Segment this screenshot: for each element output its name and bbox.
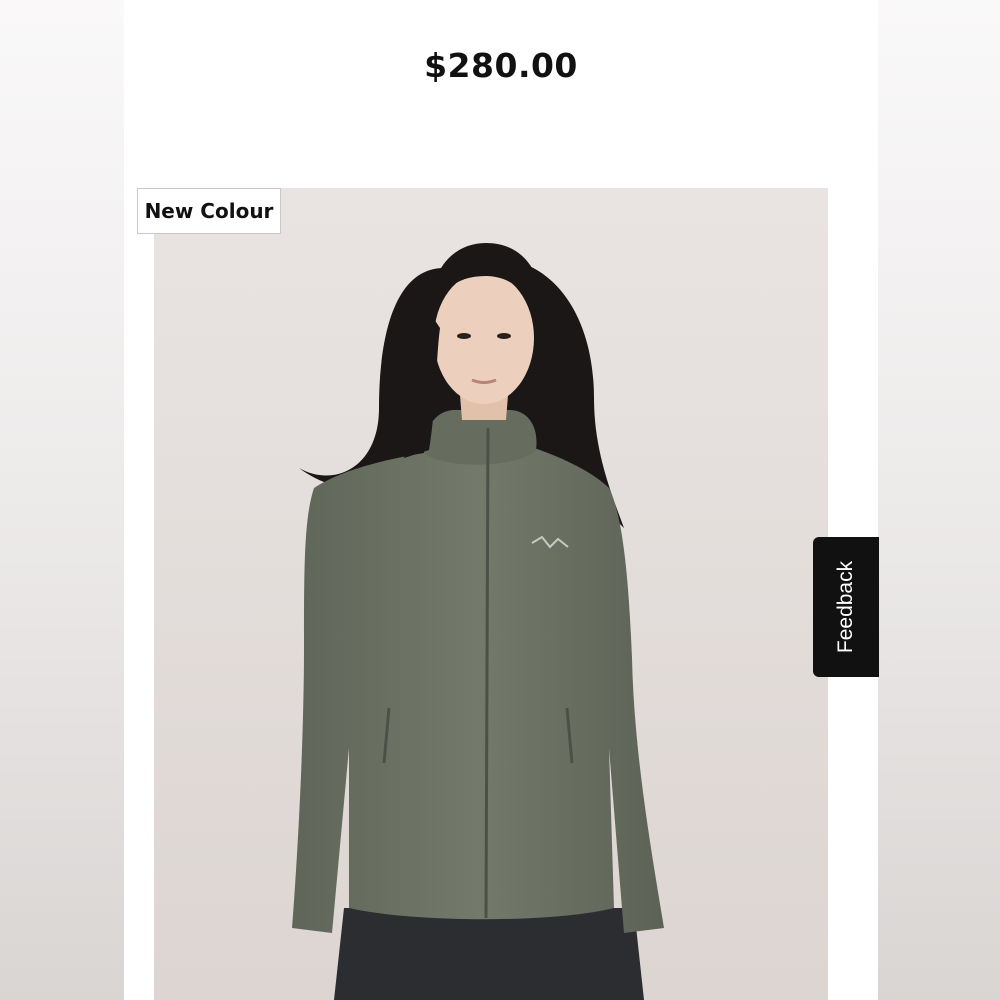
product-page: $280.00 New Colour xyxy=(124,0,878,1000)
feedback-button[interactable]: Feedback xyxy=(813,537,879,677)
background-right xyxy=(878,0,1000,1000)
product-image[interactable] xyxy=(154,188,828,1000)
feedback-label: Feedback xyxy=(834,560,857,654)
background-left xyxy=(0,0,124,1000)
new-colour-badge: New Colour xyxy=(137,188,281,234)
product-photo-illustration xyxy=(154,188,828,1000)
product-price: $280.00 xyxy=(424,46,578,85)
